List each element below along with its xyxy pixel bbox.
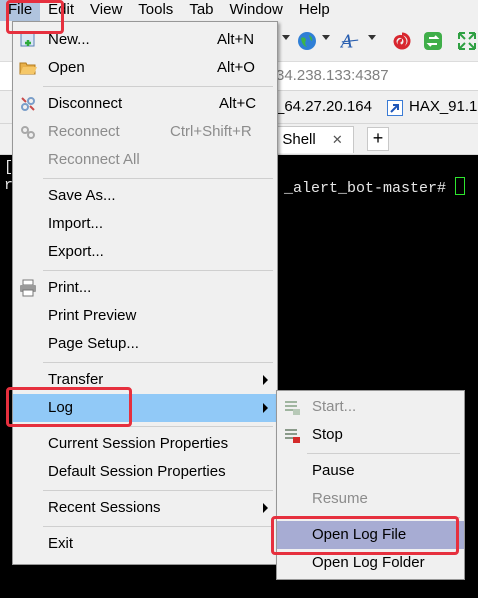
globe-icon[interactable] [297, 31, 317, 51]
chevron-right-icon [263, 403, 268, 413]
shortcut-label: Alt+N [217, 31, 255, 48]
menu-bar: File Edit View Tools Tab Window Help [0, 0, 478, 21]
add-tab-button[interactable]: + [367, 127, 389, 151]
transfer-icon[interactable] [423, 31, 443, 51]
menu-tab[interactable]: Tab [181, 0, 221, 21]
menu-item-label: Disconnect [48, 95, 123, 112]
separator [43, 362, 273, 363]
address-value: 34.238.133:4387 [276, 67, 389, 84]
menu-item-start[interactable]: Start... [277, 393, 464, 421]
menu-item-label: Current Session Properties [48, 435, 229, 452]
menu-item-log[interactable]: Log [13, 394, 277, 422]
menu-item-print-preview[interactable]: Print Preview [13, 302, 277, 330]
menu-item-label: New... [48, 31, 90, 48]
menu-file[interactable]: File [0, 0, 41, 21]
menu-item-label: Print... [48, 279, 92, 296]
menu-item-exit[interactable]: Exit [13, 530, 277, 558]
new-session-icon [20, 32, 35, 47]
menu-item-label: Save As... [48, 187, 116, 204]
link-session[interactable]: _64.27.20.164 [276, 98, 372, 115]
menu-item-label: Recent Sessions [48, 499, 161, 516]
shortcut-label: Alt+C [219, 95, 257, 112]
menu-item-label: Export... [48, 243, 104, 260]
menu-item-disconnect[interactable]: Disconnect Alt+C [13, 90, 277, 118]
menu-item-label: Pause [312, 462, 355, 479]
separator [43, 426, 273, 427]
menu-item-recent-sessions[interactable]: Recent Sessions [13, 494, 277, 522]
menu-item-import[interactable]: Import... [13, 210, 277, 238]
shortcut-label: Alt+O [217, 59, 255, 76]
menu-item-label: Start... [312, 398, 357, 415]
chevron-down-icon[interactable] [322, 35, 330, 40]
menu-item-pause[interactable]: Pause [277, 457, 464, 485]
menu-item-print[interactable]: Print... [13, 274, 277, 302]
printer-icon [20, 279, 36, 297]
chevron-right-icon [263, 503, 268, 513]
cursor [455, 177, 466, 195]
menu-item-resume[interactable]: Resume [277, 485, 464, 513]
terminal-prompt-text: _alert_bot-master# [284, 180, 447, 197]
menu-item-label: Reconnect All [48, 151, 140, 168]
menu-tools[interactable]: Tools [130, 0, 181, 21]
menu-item-label: Log [48, 399, 74, 416]
shortcut-label: Ctrl+Shift+R [170, 123, 252, 140]
log-start-icon [285, 401, 300, 415]
menu-item-label: Open Log Folder [312, 554, 425, 571]
terminal-prompt: _alert_bot-master# [284, 177, 466, 197]
menu-item-stop[interactable]: Stop [277, 421, 464, 449]
log-stop-icon [285, 429, 300, 443]
file-menu: New... Alt+N Open Alt+O Disconnect Alt+C… [12, 21, 278, 565]
menu-window[interactable]: Window [222, 0, 291, 21]
menu-item-save-as[interactable]: Save As... [13, 182, 277, 210]
menu-item-default-session-properties[interactable]: Default Session Properties [13, 458, 277, 486]
chevron-right-icon [263, 375, 268, 385]
menu-item-label: Import... [48, 215, 104, 232]
menu-item-open-log-folder[interactable]: Open Log Folder [277, 549, 464, 577]
menu-item-label: Stop [312, 426, 343, 443]
menu-item-reconnect-all[interactable]: Reconnect All [13, 146, 277, 174]
expand-icon[interactable] [457, 31, 477, 51]
menu-edit[interactable]: Edit [40, 0, 82, 21]
font-icon[interactable]: A [340, 31, 360, 51]
disconnect-icon [21, 97, 35, 111]
chevron-down-icon[interactable] [282, 35, 290, 40]
chevron-down-icon[interactable] [368, 35, 376, 40]
separator [43, 270, 273, 271]
folder-icon [19, 62, 37, 75]
menu-item-current-session-properties[interactable]: Current Session Properties [13, 430, 277, 458]
menu-item-reconnect[interactable]: Reconnect Ctrl+Shift+R [13, 118, 277, 146]
link-session[interactable]: HAX_91.1 [409, 98, 477, 115]
menu-item-label: Transfer [48, 371, 104, 388]
separator [307, 453, 460, 454]
menu-item-label: Print Preview [48, 307, 137, 324]
menu-item-label: Open Log File [312, 526, 407, 543]
menu-item-page-setup[interactable]: Page Setup... [13, 330, 277, 358]
menu-item-label: Exit [48, 535, 74, 552]
spiral-icon[interactable] [392, 31, 412, 51]
separator [307, 517, 460, 518]
menu-item-new[interactable]: New... Alt+N [13, 26, 277, 54]
separator [43, 86, 273, 87]
log-submenu: Start... Stop Pause Resume Open Log File… [276, 390, 465, 580]
menu-item-label: Reconnect [48, 123, 120, 140]
menu-item-label: Resume [312, 490, 368, 507]
shortcut-icon [387, 100, 403, 116]
separator [43, 178, 273, 179]
menu-help[interactable]: Help [291, 0, 338, 21]
menu-item-label: Page Setup... [48, 335, 139, 352]
reconnect-icon [21, 126, 35, 139]
menu-item-label: Default Session Properties [48, 463, 226, 480]
separator [43, 490, 273, 491]
menu-item-label: Open [48, 59, 85, 76]
menu-view[interactable]: View [82, 0, 130, 21]
menu-item-transfer[interactable]: Transfer [13, 366, 277, 394]
close-icon[interactable]: ✕ [332, 132, 343, 147]
menu-item-export[interactable]: Export... [13, 238, 277, 266]
separator [43, 526, 273, 527]
menu-item-open-log-file[interactable]: Open Log File [277, 521, 464, 549]
menu-item-open[interactable]: Open Alt+O [13, 54, 277, 82]
